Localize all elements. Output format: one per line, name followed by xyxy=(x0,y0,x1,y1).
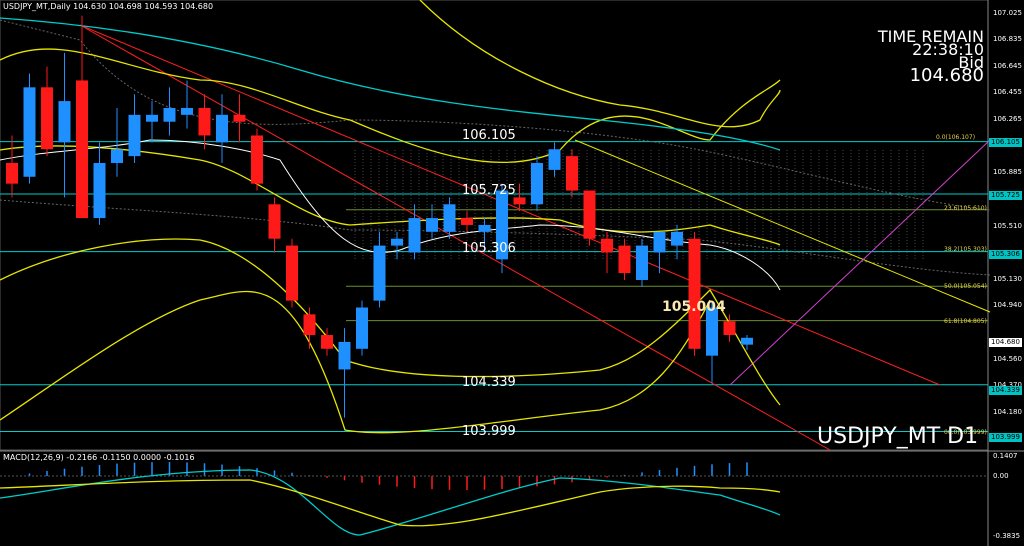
candle-bear xyxy=(41,87,53,150)
candle-bull xyxy=(163,107,176,122)
macd-main-line xyxy=(0,479,781,527)
price-tag: 104.339 xyxy=(989,386,1022,395)
fib-label: 50.0(105.054) xyxy=(944,283,987,290)
price-tick: 104.180 xyxy=(993,408,1022,416)
macd-tick: 0.00 xyxy=(993,472,1009,480)
macd-signal-line xyxy=(0,469,781,536)
candle-bear xyxy=(513,197,526,205)
candle-bear xyxy=(268,204,281,239)
candle-bull xyxy=(181,107,193,115)
price-tag: 105.306 xyxy=(989,250,1022,259)
candle-bear xyxy=(566,156,578,191)
fib-label: 38.2(105.303) xyxy=(944,246,987,253)
candle-bull xyxy=(58,101,71,143)
level-label-105-004: 105.004 xyxy=(662,299,726,315)
candle-bull xyxy=(23,87,36,177)
candle-bull xyxy=(741,337,753,345)
price-tag: 105.725 xyxy=(989,191,1022,200)
price-tick: 105.510 xyxy=(993,222,1022,230)
candle-bear xyxy=(76,80,88,219)
candle-bull xyxy=(373,245,386,301)
level-label-105-306: 105.306 xyxy=(462,241,516,256)
candle-bear xyxy=(233,114,246,122)
candle-bear xyxy=(618,245,631,274)
level-label-105-725: 105.725 xyxy=(462,183,516,198)
level-label-106-105: 106.105 xyxy=(462,128,516,143)
candle-bull xyxy=(426,218,438,232)
fib-label: 61.8(104.805) xyxy=(944,318,987,325)
price-tick: 105.130 xyxy=(993,275,1022,283)
price-tick: 106.645 xyxy=(993,62,1022,70)
candle-bear xyxy=(688,238,701,349)
candle-bull xyxy=(128,114,141,157)
macd-tick: 0.1407 xyxy=(993,452,1018,460)
price-tag: 106.105 xyxy=(989,138,1022,147)
candle-bull xyxy=(636,245,648,280)
chart-window: USDJPY_MT,Daily 104.630 104.698 104.593 … xyxy=(0,0,1024,546)
candle-bull xyxy=(391,238,403,246)
level-label-103-999: 103.999 xyxy=(462,424,516,439)
candle-bear xyxy=(321,335,333,349)
candle-bull xyxy=(216,114,228,143)
current-price-tag: 104.680 xyxy=(989,338,1022,347)
candle-bull xyxy=(443,204,456,232)
price-tick: 104.940 xyxy=(993,301,1022,309)
candle-bear xyxy=(286,245,298,301)
macd-tick: -0.3835 xyxy=(993,532,1021,540)
candle-bull xyxy=(408,218,421,253)
bollinger-outer-lower xyxy=(0,290,711,434)
candle-bull xyxy=(478,224,491,232)
candle-bear xyxy=(461,218,473,225)
candle-bull xyxy=(111,149,123,164)
candle-bull xyxy=(338,341,351,370)
macd-header: MACD(12,26,9) -0.2166 -0.1150 0.0000 -0.… xyxy=(3,453,195,462)
candle-bear xyxy=(6,163,18,184)
symbol-timeframe-label: USDJPY_MT D1 xyxy=(817,424,979,449)
candle-bear xyxy=(251,135,263,184)
candle-bear xyxy=(723,321,736,336)
price-tick: 107.025 xyxy=(993,9,1022,17)
candle-bear xyxy=(583,190,596,239)
candle-bull xyxy=(93,163,106,219)
candle-bull xyxy=(146,114,158,122)
price-tick: 105.885 xyxy=(993,168,1022,176)
price-tick: 106.265 xyxy=(993,115,1022,123)
bollinger-outer-upper xyxy=(419,0,781,128)
price-chart[interactable] xyxy=(0,0,1024,546)
price-tick: 106.835 xyxy=(993,35,1022,43)
chart-header: USDJPY_MT,Daily 104.630 104.698 104.593 … xyxy=(3,2,214,11)
level-label-104-339: 104.339 xyxy=(462,375,516,390)
candle-bear xyxy=(303,314,316,336)
candle-bull xyxy=(653,231,666,253)
cloud-span-b xyxy=(0,199,991,276)
bollinger-lower xyxy=(0,238,781,406)
price-tag: 103.999 xyxy=(989,433,1022,442)
candle-bear xyxy=(198,107,211,136)
fib-label: 0.0(106.107) xyxy=(936,134,976,141)
fib-label: 23.6(105.610) xyxy=(944,205,987,212)
candle-bull xyxy=(531,163,543,205)
price-tick: 106.455 xyxy=(993,88,1022,96)
price-tick: 104.560 xyxy=(993,355,1022,363)
trendline xyxy=(79,24,831,451)
candle-bull xyxy=(671,231,683,246)
candle-bull xyxy=(548,149,561,170)
candle-bull xyxy=(356,307,368,349)
bid-value: 104.680 xyxy=(909,65,984,86)
trendline xyxy=(729,139,991,386)
candle-bear xyxy=(601,238,613,253)
